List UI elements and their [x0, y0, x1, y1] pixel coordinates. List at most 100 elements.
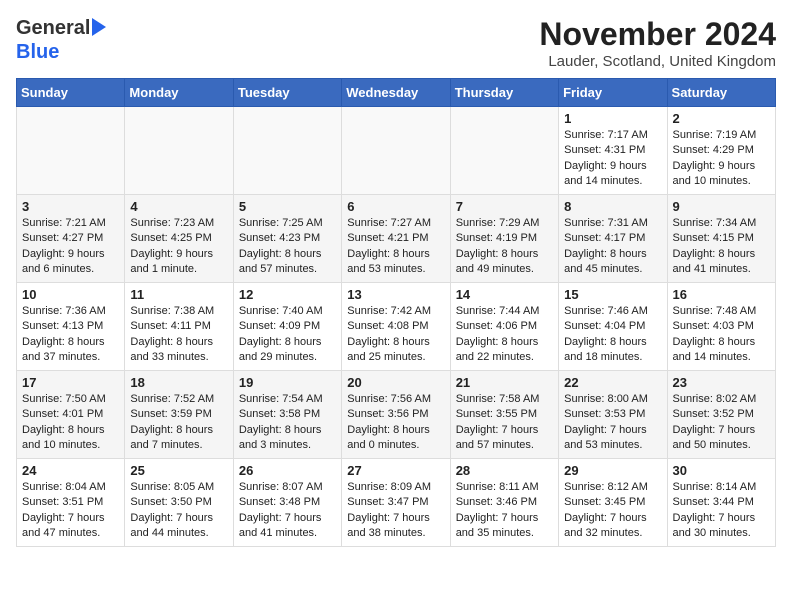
day-info: Sunset: 3:59 PM — [130, 407, 227, 422]
calendar-cell: 23 Sunrise: 8:02 AMSunset: 3:52 PMDayligh… — [667, 371, 775, 459]
day-info: Sunrise: 7:48 AM — [673, 304, 770, 319]
day-info: Sunset: 4:29 PM — [673, 143, 770, 158]
day-info: Daylight: 9 hours and 6 minutes. — [22, 247, 119, 278]
day-info: Daylight: 8 hours and 22 minutes. — [456, 335, 553, 366]
calendar-week-row: 24Sunrise: 8:04 AMSunset: 3:51 PMDayligh… — [17, 459, 776, 547]
day-info: Sunrise: 7:19 AM — [673, 128, 770, 143]
day-info: Sunset: 4:08 PM — [347, 319, 444, 334]
day-info: Daylight: 7 hours and 35 minutes. — [456, 511, 553, 542]
day-info: Sunrise: 8:09 AM — [347, 480, 444, 495]
calendar-cell: 8Sunrise: 7:31 AMSunset: 4:17 PMDaylight… — [559, 195, 667, 283]
day-info: Daylight: 7 hours and 50 minutes. — [673, 423, 770, 454]
calendar-cell: 12Sunrise: 7:40 AMSunset: 4:09 PMDayligh… — [233, 283, 341, 371]
day-info: Sunset: 4:23 PM — [239, 231, 336, 246]
day-info: Sunrise: 7:50 AM — [22, 392, 119, 407]
day-info: Daylight: 9 hours and 14 minutes. — [564, 159, 661, 190]
calendar-cell: 26Sunrise: 8:07 AMSunset: 3:48 PMDayligh… — [233, 459, 341, 547]
day-info: Sunset: 4:15 PM — [673, 231, 770, 246]
day-number: 15 — [564, 287, 661, 302]
day-info: Sunset: 4:19 PM — [456, 231, 553, 246]
day-info: Sunset: 4:17 PM — [564, 231, 661, 246]
day-info: Sunrise: 7:25 AM — [239, 216, 336, 231]
day-number: 30 — [673, 463, 770, 478]
day-info: Daylight: 8 hours and 14 minutes. — [673, 335, 770, 366]
calendar-cell: 5Sunrise: 7:25 AMSunset: 4:23 PMDaylight… — [233, 195, 341, 283]
calendar-cell — [17, 107, 125, 195]
day-info: Sunrise: 7:54 AM — [239, 392, 336, 407]
day-info: Sunrise: 7:29 AM — [456, 216, 553, 231]
day-info: Sunrise: 8:00 AM — [564, 392, 661, 407]
day-info: Daylight: 8 hours and 10 minutes. — [22, 423, 119, 454]
day-info: Sunset: 3:47 PM — [347, 495, 444, 510]
day-info: Daylight: 7 hours and 41 minutes. — [239, 511, 336, 542]
logo: General Blue — [16, 16, 106, 64]
calendar-cell: 20Sunrise: 7:56 AMSunset: 3:56 PMDayligh… — [342, 371, 450, 459]
day-info: Sunrise: 7:36 AM — [22, 304, 119, 319]
day-info: Daylight: 8 hours and 0 minutes. — [347, 423, 444, 454]
day-info: Sunset: 4:01 PM — [22, 407, 119, 422]
day-number: 18 — [130, 375, 227, 390]
calendar-cell: 30Sunrise: 8:14 AMSunset: 3:44 PMDayligh… — [667, 459, 775, 547]
day-number: 20 — [347, 375, 444, 390]
day-info: Sunset: 4:11 PM — [130, 319, 227, 334]
logo-triangle-icon — [92, 18, 106, 41]
day-number: 23 — [673, 375, 770, 390]
header-tuesday: Tuesday — [233, 79, 341, 107]
day-number: 3 — [22, 199, 119, 214]
logo-blue: Blue — [16, 41, 59, 63]
calendar-cell: 17 Sunrise: 7:50 AMSunset: 4:01 PMDayligh… — [17, 371, 125, 459]
day-number: 24 — [22, 463, 119, 478]
day-info: Sunset: 4:03 PM — [673, 319, 770, 334]
header-saturday: Saturday — [667, 79, 775, 107]
day-info: Sunset: 3:44 PM — [673, 495, 770, 510]
day-info: Sunrise: 8:14 AM — [673, 480, 770, 495]
day-info: Sunset: 4:04 PM — [564, 319, 661, 334]
day-number: 17 — [22, 375, 119, 390]
day-info: Sunrise: 7:58 AM — [456, 392, 553, 407]
title-block: November 2024 Lauder, Scotland, United K… — [539, 16, 776, 70]
day-number: 22 — [564, 375, 661, 390]
day-info: Daylight: 8 hours and 53 minutes. — [347, 247, 444, 278]
day-info: Sunrise: 7:40 AM — [239, 304, 336, 319]
calendar-header: SundayMondayTuesdayWednesdayThursdayFrid… — [17, 79, 776, 107]
day-number: 9 — [673, 199, 770, 214]
calendar-cell — [125, 107, 233, 195]
page-header: General Blue November 2024 Lauder, Scotl… — [16, 16, 776, 70]
day-number: 13 — [347, 287, 444, 302]
day-info: Sunset: 3:52 PM — [673, 407, 770, 422]
calendar-cell: 15Sunrise: 7:46 AMSunset: 4:04 PMDayligh… — [559, 283, 667, 371]
day-info: Sunset: 3:53 PM — [564, 407, 661, 422]
day-info: Sunrise: 7:38 AM — [130, 304, 227, 319]
day-info: Daylight: 8 hours and 37 minutes. — [22, 335, 119, 366]
day-info: Sunrise: 7:46 AM — [564, 304, 661, 319]
day-info: Sunrise: 7:23 AM — [130, 216, 227, 231]
logo-general: General — [16, 17, 90, 40]
day-number: 4 — [130, 199, 227, 214]
calendar-body: 1Sunrise: 7:17 AMSunset: 4:31 PMDaylight… — [17, 107, 776, 547]
calendar-cell: 3Sunrise: 7:21 AMSunset: 4:27 PMDaylight… — [17, 195, 125, 283]
calendar-cell: 24Sunrise: 8:04 AMSunset: 3:51 PMDayligh… — [17, 459, 125, 547]
header-thursday: Thursday — [450, 79, 558, 107]
day-info: Sunset: 3:55 PM — [456, 407, 553, 422]
day-number: 8 — [564, 199, 661, 214]
day-info: Daylight: 8 hours and 49 minutes. — [456, 247, 553, 278]
day-number: 2 — [673, 111, 770, 126]
day-info: Sunrise: 7:56 AM — [347, 392, 444, 407]
day-info: Sunset: 4:13 PM — [22, 319, 119, 334]
header-sunday: Sunday — [17, 79, 125, 107]
day-number: 26 — [239, 463, 336, 478]
day-info: Daylight: 8 hours and 45 minutes. — [564, 247, 661, 278]
calendar-week-row: 1Sunrise: 7:17 AMSunset: 4:31 PMDaylight… — [17, 107, 776, 195]
day-number: 29 — [564, 463, 661, 478]
calendar-week-row: 10Sunrise: 7:36 AMSunset: 4:13 PMDayligh… — [17, 283, 776, 371]
calendar-cell — [450, 107, 558, 195]
calendar-cell: 7Sunrise: 7:29 AMSunset: 4:19 PMDaylight… — [450, 195, 558, 283]
day-info: Sunset: 3:50 PM — [130, 495, 227, 510]
day-info: Sunrise: 7:44 AM — [456, 304, 553, 319]
day-info: Sunset: 4:31 PM — [564, 143, 661, 158]
day-info: Sunrise: 8:02 AM — [673, 392, 770, 407]
month-title: November 2024 — [539, 16, 776, 53]
day-info: Sunrise: 8:12 AM — [564, 480, 661, 495]
header-friday: Friday — [559, 79, 667, 107]
day-info: Sunset: 3:46 PM — [456, 495, 553, 510]
